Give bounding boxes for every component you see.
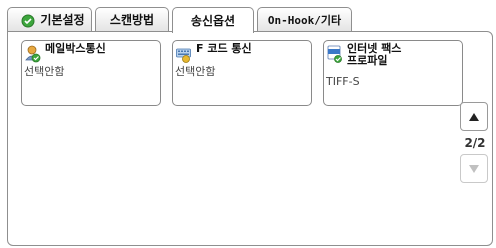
mailbox-communication-button[interactable]: 메일박스통신 선택안함	[21, 40, 161, 106]
tab-label: 스캔방법	[109, 13, 155, 27]
triangle-down-icon	[469, 164, 479, 173]
screen: 기본설정 스캔방법 송신옵션 On-Hook/기타 메일박스통신 선택안함 F …	[0, 0, 496, 248]
mailbox-person-icon	[25, 45, 41, 63]
tab-label: 송신옵션	[190, 14, 236, 28]
green-circle-icon	[21, 14, 35, 27]
page-indicator: 2/2	[464, 136, 486, 150]
button-value: 선택안함	[175, 65, 216, 78]
options-panel: 메일박스통신 선택안함 F 코드 통신 선택안함 인터넷 팩스 프로파일 TIF…	[7, 31, 493, 246]
button-title: 메일박스통신	[45, 42, 106, 55]
f-code-keypad-icon	[176, 48, 191, 63]
f-code-communication-button[interactable]: F 코드 통신 선택안함	[172, 40, 312, 106]
triangle-up-icon	[469, 112, 479, 121]
scroll-down-button[interactable]	[460, 154, 488, 183]
button-value: 선택안함	[24, 65, 65, 78]
internet-fax-profile-button[interactable]: 인터넷 팩스 프로파일 TIFF-S	[323, 40, 463, 106]
tab-label: On-Hook/기타	[267, 13, 342, 27]
scroll-up-button[interactable]	[460, 102, 488, 131]
button-title: F 코드 통신	[196, 42, 252, 55]
internet-fax-icon	[327, 45, 342, 63]
tab-basic-settings[interactable]: 기본설정	[7, 7, 92, 31]
tab-send-options[interactable]: 송신옵션	[172, 7, 254, 33]
button-title: 인터넷 팩스 프로파일	[347, 42, 402, 67]
button-value: TIFF-S	[326, 75, 360, 88]
tab-on-hook-other[interactable]: On-Hook/기타	[257, 7, 352, 31]
tab-scan-method[interactable]: 스캔방법	[95, 7, 169, 31]
tab-label: 기본설정	[40, 13, 85, 27]
